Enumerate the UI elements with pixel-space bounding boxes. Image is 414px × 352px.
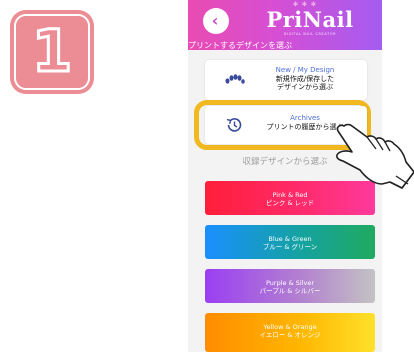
page-subtitle: プリントするデザインを選ぶ — [188, 41, 292, 50]
button-label-jp: ピンク & レッド — [265, 199, 315, 207]
chevron-left-icon: ‹ — [211, 11, 219, 30]
yellow-orange-button[interactable]: Yellow & Orange イエロー & オレンジ — [205, 313, 375, 352]
app-header: ‹ ✻ ✻ ✻ PriNail DIGITAL NAIL CREATOR プリン… — [188, 0, 382, 50]
option-texts: New / My Design 新規作成/保存した デザインから選ぶ — [249, 66, 361, 91]
button-label-en: Purple & Silver — [266, 279, 314, 287]
brand-logo: PriNail — [266, 7, 354, 32]
history-icon — [226, 118, 242, 132]
brand-tagline: DIGITAL NAIL CREATOR — [283, 32, 337, 36]
new-my-design-button[interactable]: New / My Design 新規作成/保存した デザインから選ぶ — [205, 60, 367, 100]
step-number: 1 — [30, 17, 73, 85]
back-button[interactable]: ‹ — [203, 8, 229, 34]
purple-silver-button[interactable]: Purple & Silver パープル & シルバー — [205, 269, 375, 303]
nail-dots-icon — [225, 74, 245, 84]
button-label-jp: ブルー & グリーン — [262, 243, 318, 251]
button-label-jp: イエロー & オレンジ — [259, 331, 321, 339]
step-badge: 1 — [10, 10, 94, 94]
button-label-en: Yellow & Orange — [263, 323, 317, 331]
button-label-jp: パープル & シルバー — [259, 287, 321, 295]
blue-green-button[interactable]: Blue & Green ブルー & グリーン — [205, 225, 375, 259]
option-description: 新規作成/保存した — [275, 75, 335, 83]
pointing-hand-icon — [336, 123, 414, 189]
button-label-en: Blue & Green — [268, 235, 312, 243]
option-title: New / My Design — [275, 66, 335, 74]
step-badge-frame: 1 — [14, 14, 90, 90]
option-description: デザインから選ぶ — [277, 83, 333, 91]
